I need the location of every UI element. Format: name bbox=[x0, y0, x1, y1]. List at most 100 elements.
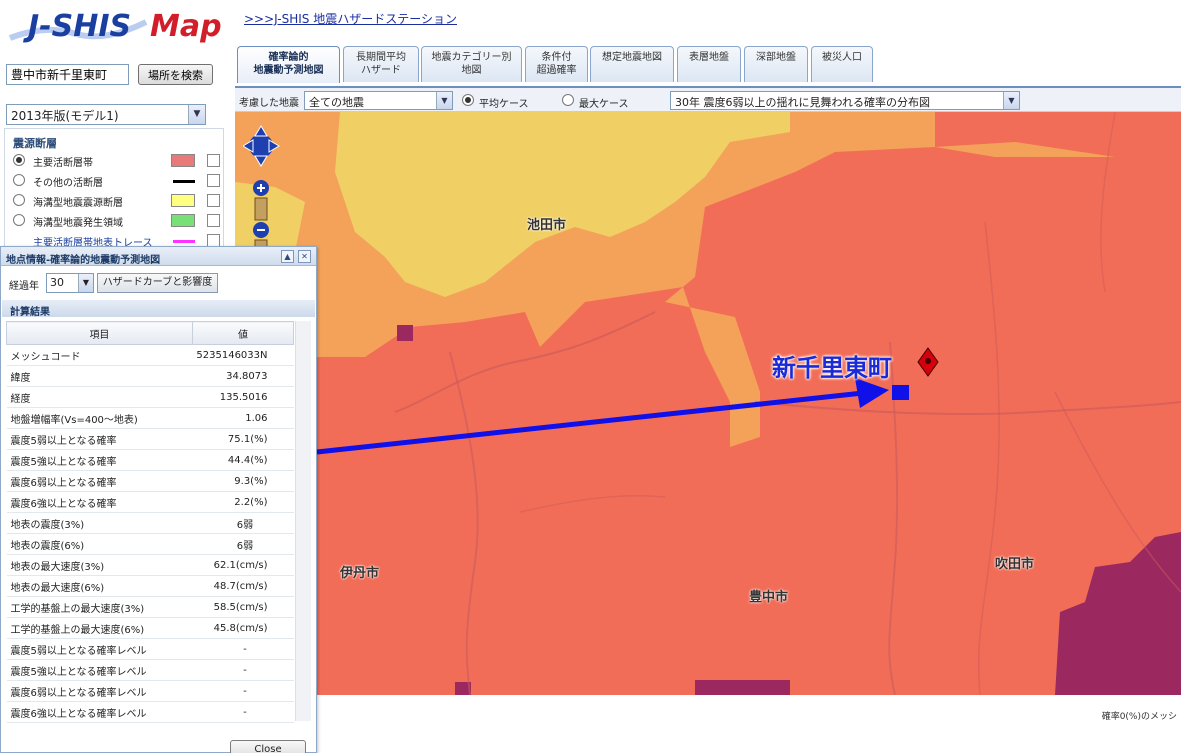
table-row: 工学的基盤上の最大速度(3%) 58.5(cm/s) bbox=[6, 596, 294, 618]
city-label-itami: 伊丹市 bbox=[340, 566, 380, 581]
table-header-row: 項目 値 bbox=[6, 321, 295, 345]
layer-checkbox[interactable] bbox=[207, 214, 220, 227]
elapsed-years-select[interactable]: 30 ▼ bbox=[46, 273, 94, 293]
layer-checkbox[interactable] bbox=[207, 194, 220, 207]
zoom-in-icon[interactable] bbox=[253, 180, 269, 196]
layer-row-major-active-fault[interactable]: 主要活断層帯 bbox=[11, 151, 223, 169]
tab-deep-ground[interactable]: 深部地盤 bbox=[744, 46, 808, 82]
table-row: 緯度 34.8073 bbox=[6, 365, 294, 387]
layers-heading: 震源断層 bbox=[13, 137, 57, 150]
result-item: 震度5強以上となる確率レベル bbox=[6, 659, 193, 681]
result-item: 地表の最大速度(6%) bbox=[6, 575, 193, 597]
chevron-down-icon[interactable]: ▼ bbox=[78, 274, 93, 292]
layer-label: その他の活断層 bbox=[33, 178, 103, 189]
average-case-radio[interactable] bbox=[462, 94, 474, 106]
model-version-select[interactable]: 2013年版(モデル1) ▼ bbox=[6, 104, 206, 125]
place-search-button[interactable]: 場所を検索 bbox=[138, 64, 213, 85]
result-value: 5235146033N bbox=[192, 344, 294, 366]
result-value: - bbox=[192, 680, 294, 702]
column-header-item[interactable]: 項目 bbox=[6, 321, 193, 345]
hazard-curve-button[interactable]: ハザードカーブと影響度 bbox=[97, 273, 218, 293]
column-header-value[interactable]: 値 bbox=[191, 321, 295, 345]
logo-map-word: Map bbox=[150, 9, 222, 44]
city-label-toyonaka: 豊中市 bbox=[749, 590, 789, 605]
result-value: 6弱 bbox=[192, 512, 294, 534]
result-value: - bbox=[192, 638, 294, 660]
layer-checkbox[interactable] bbox=[207, 154, 220, 167]
layer-radio[interactable] bbox=[13, 154, 25, 166]
layer-row-other-active-fault[interactable]: その他の活断層 bbox=[11, 171, 223, 189]
pan-arrows-icon[interactable] bbox=[242, 125, 280, 167]
result-item: メッシュコード bbox=[6, 344, 193, 366]
result-item: 地盤増幅率(Vs=400〜地表) bbox=[6, 407, 193, 429]
layer-radio[interactable] bbox=[13, 214, 25, 226]
results-scrollbar[interactable] bbox=[295, 321, 311, 721]
close-button[interactable]: Close bbox=[230, 740, 306, 753]
layer-line-swatch bbox=[173, 240, 195, 243]
tab-affected-population[interactable]: 被災人口 bbox=[811, 46, 873, 82]
map-toolbar: 考慮した地震 全ての地震 ▼ 平均ケース 最大ケース 30年 震度6弱以上の揺れ… bbox=[235, 86, 1181, 112]
map-type-value: 30年 震度6弱以上の揺れに見舞われる確率の分布図 bbox=[675, 96, 930, 109]
table-row: 震度5弱以上となる確率レベル - bbox=[6, 638, 294, 660]
result-value: 1.06 bbox=[192, 407, 294, 429]
result-item: 震度6弱以上となる確率 bbox=[6, 470, 193, 492]
collapse-icon[interactable]: ▲ bbox=[281, 250, 294, 263]
results-table: 項目 値 メッシュコード 5235146033N 緯度 34.8073 経度 135.50… bbox=[6, 321, 295, 723]
result-item: 経度 bbox=[6, 386, 193, 408]
layer-checkbox[interactable] bbox=[207, 174, 220, 187]
tab-quake-category-map[interactable]: 地震カテゴリー別 地図 bbox=[421, 46, 522, 82]
result-item: 震度6強以上となる確率レベル bbox=[6, 701, 193, 723]
chevron-down-icon[interactable]: ▼ bbox=[1003, 92, 1019, 109]
layer-radio[interactable] bbox=[13, 174, 25, 186]
result-value: 6弱 bbox=[192, 533, 294, 555]
considered-quake-select[interactable]: 全ての地震 ▼ bbox=[304, 91, 453, 110]
tab-surface-ground[interactable]: 表層地盤 bbox=[677, 46, 741, 82]
table-row: メッシュコード 5235146033N bbox=[6, 344, 294, 366]
table-row: 震度5強以上となる確率 44.4(%) bbox=[6, 449, 294, 471]
hazard-map[interactable]: 池田市 伊丹市 豊中市 吹田市 新千里東町 bbox=[235, 112, 1181, 695]
layer-row-trench-source[interactable]: 海溝型地震震源断層 bbox=[11, 191, 223, 209]
tab-long-term-hazard[interactable]: 長期間平均 ハザード bbox=[343, 46, 419, 82]
tab-conditional-probability[interactable]: 条件付 超過確率 bbox=[525, 46, 588, 82]
place-search-input[interactable] bbox=[6, 64, 129, 85]
chevron-down-icon[interactable]: ▼ bbox=[436, 92, 452, 109]
location-info-popup: 地点情報-確率論的地震動予測地図 ▲ ✕ 経過年 30 ▼ ハザードカーブと影響… bbox=[0, 246, 317, 753]
table-row: 震度6弱以上となる確率レベル - bbox=[6, 680, 294, 702]
model-version-value: 2013年版(モデル1) bbox=[11, 109, 119, 123]
zoom-out-icon[interactable] bbox=[253, 222, 269, 238]
considered-quake-label: 考慮した地震 bbox=[239, 98, 299, 109]
table-row: 地表の最大速度(6%) 48.7(cm/s) bbox=[6, 575, 294, 597]
result-item: 震度6強以上となる確率 bbox=[6, 491, 193, 513]
result-value: 62.1(cm/s) bbox=[192, 554, 294, 576]
table-row: 経度 135.5016 bbox=[6, 386, 294, 408]
result-value: 34.8073 bbox=[192, 365, 294, 387]
zoom-slider-track[interactable] bbox=[254, 197, 268, 221]
layer-radio[interactable] bbox=[13, 194, 25, 206]
result-value: - bbox=[192, 659, 294, 681]
result-item: 震度5強以上となる確率 bbox=[6, 449, 193, 471]
tab-scenario-map[interactable]: 想定地震地図 bbox=[590, 46, 674, 82]
layer-line-swatch bbox=[173, 180, 195, 183]
result-item: 震度6弱以上となる確率レベル bbox=[6, 680, 193, 702]
tab-probabilistic-map[interactable]: 確率論的 地震動予測地図 bbox=[237, 46, 340, 83]
layer-label: 海溝型地震発生領域 bbox=[33, 218, 123, 229]
layer-label: 海溝型地震震源断層 bbox=[33, 198, 123, 209]
elapsed-years-label: 経過年 bbox=[9, 281, 39, 292]
map-type-select[interactable]: 30年 震度6弱以上の揺れに見舞われる確率の分布図 ▼ bbox=[670, 91, 1020, 110]
table-row: 震度6強以上となる確率レベル - bbox=[6, 701, 294, 723]
selected-mesh-marker bbox=[892, 385, 909, 400]
result-item: 震度5弱以上となる確率 bbox=[6, 428, 193, 450]
chevron-down-icon[interactable]: ▼ bbox=[188, 105, 205, 124]
result-value: 135.5016 bbox=[192, 386, 294, 408]
result-item: 地表の最大速度(3%) bbox=[6, 554, 193, 576]
close-icon[interactable]: ✕ bbox=[298, 250, 311, 263]
table-row: 震度6強以上となる確率 2.2(%) bbox=[6, 491, 294, 513]
layer-swatch bbox=[171, 214, 195, 227]
city-label-ikeda: 池田市 bbox=[527, 218, 567, 233]
table-row: 震度5強以上となる確率レベル - bbox=[6, 659, 294, 681]
hazard-map-canvas[interactable] bbox=[235, 112, 1181, 695]
layer-row-trench-region[interactable]: 海溝型地震発生領域 bbox=[11, 211, 223, 229]
jshis-station-link[interactable]: >>>J-SHIS 地震ハザードステーション bbox=[244, 10, 457, 27]
result-value: 75.1(%) bbox=[192, 428, 294, 450]
max-case-radio[interactable] bbox=[562, 94, 574, 106]
